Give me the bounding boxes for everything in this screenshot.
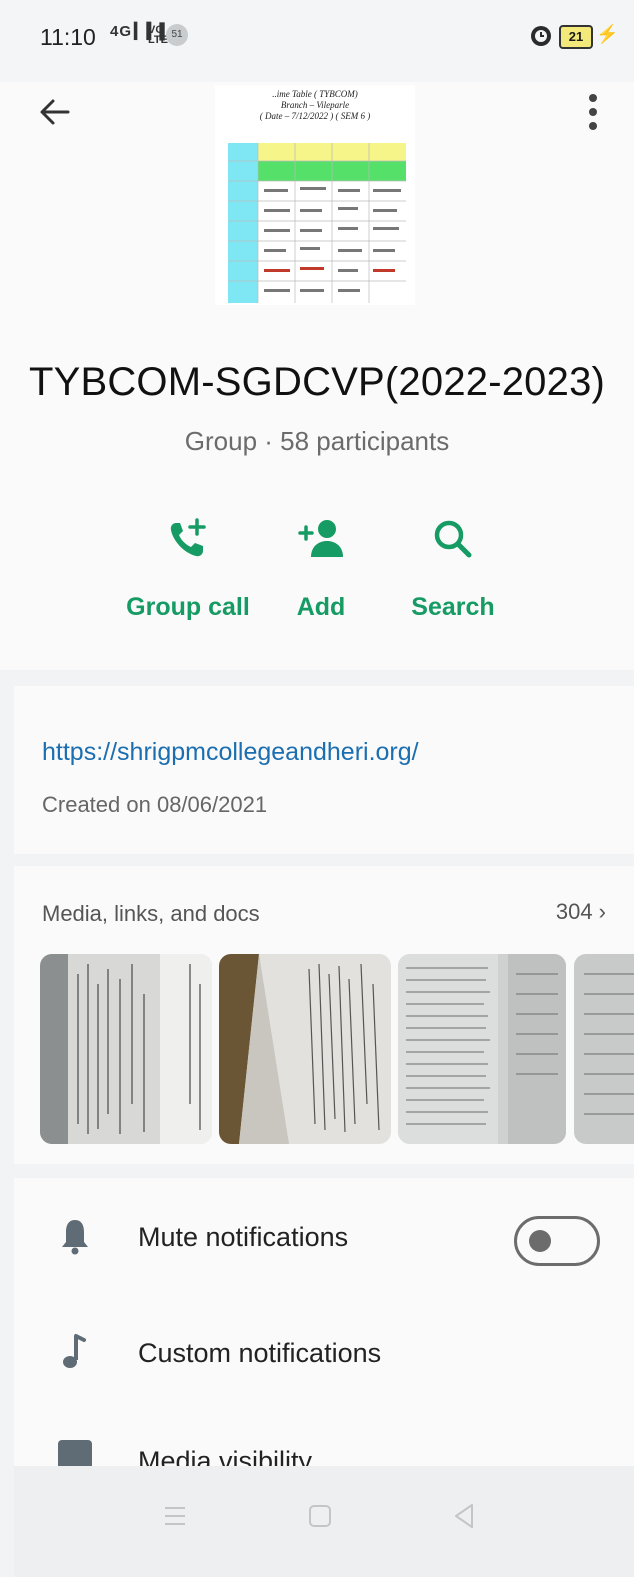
media-thumbnail[interactable] <box>40 954 212 1144</box>
toggle-knob <box>529 1230 551 1252</box>
group-website-link[interactable]: https://shrigpmcollegeandheri.org/ <box>42 738 419 767</box>
charging-icon: ⚡ <box>596 24 619 44</box>
group-call-icon <box>170 518 206 557</box>
status-bar: 11:10 4G ▎▍▌ VO LTE 51 21 ⚡ <box>0 0 634 82</box>
timetable-caption: ..ime Table ( TYBCOM) Branch – Vileparle… <box>259 89 371 121</box>
add-participant-button[interactable]: Add <box>256 515 386 622</box>
recents-icon[interactable] <box>155 1496 195 1536</box>
mute-notifications-row[interactable]: Mute notifications <box>14 1196 634 1286</box>
media-thumbnail[interactable] <box>219 954 391 1144</box>
lte-indicator: VO LTE <box>148 24 168 46</box>
more-options-icon[interactable] <box>586 92 600 132</box>
alarm-icon <box>531 26 551 46</box>
search-label: Search <box>411 593 495 621</box>
created-date: Created on 08/06/2021 <box>42 792 268 817</box>
media-card[interactable]: Media, links, and docs 304 › <box>14 866 634 1164</box>
search-button[interactable]: Search <box>388 515 518 622</box>
group-call-label: Group call <box>126 593 250 621</box>
media-thumbnail[interactable] <box>398 954 566 1144</box>
media-title: Media, links, and docs <box>42 901 260 926</box>
media-visibility-label: Media visibility <box>138 1446 313 1468</box>
group-participants: Group · 58 participants <box>184 426 450 456</box>
media-count[interactable]: 304 › <box>556 899 606 925</box>
group-call-button[interactable]: Group call <box>123 515 253 622</box>
custom-notifications-label: Custom notifications <box>138 1338 382 1368</box>
media-visibility-row[interactable]: Media visibility <box>14 1428 634 1468</box>
media-visibility-icon <box>58 1440 92 1468</box>
status-time: 11:10 <box>40 24 96 50</box>
description-card: https://shrigpmcollegeandheri.org/ Creat… <box>14 686 634 854</box>
mute-notifications-toggle[interactable] <box>514 1216 600 1266</box>
battery-icon: 21 <box>559 25 593 49</box>
search-icon <box>434 520 472 558</box>
home-icon[interactable] <box>300 1496 340 1536</box>
add-person-icon <box>298 520 343 557</box>
timetable-image <box>228 143 406 303</box>
system-navigation-bar <box>14 1466 634 1577</box>
back-nav-icon[interactable] <box>444 1496 484 1536</box>
group-name: TYBCOM-SGDCVP(2022-2023) <box>28 360 606 404</box>
group-avatar[interactable]: ..ime Table ( TYBCOM) Branch – Vileparle… <box>215 85 415 305</box>
custom-notifications-row[interactable]: Custom notifications <box>14 1312 634 1402</box>
add-label: Add <box>296 593 346 621</box>
back-arrow-icon[interactable] <box>38 95 72 129</box>
notification-badge: 51 <box>166 24 188 46</box>
bell-icon <box>62 1220 88 1255</box>
media-thumbnail[interactable] <box>574 954 634 1144</box>
mute-notifications-label: Mute notifications <box>138 1222 349 1252</box>
music-note-icon <box>63 1334 86 1368</box>
